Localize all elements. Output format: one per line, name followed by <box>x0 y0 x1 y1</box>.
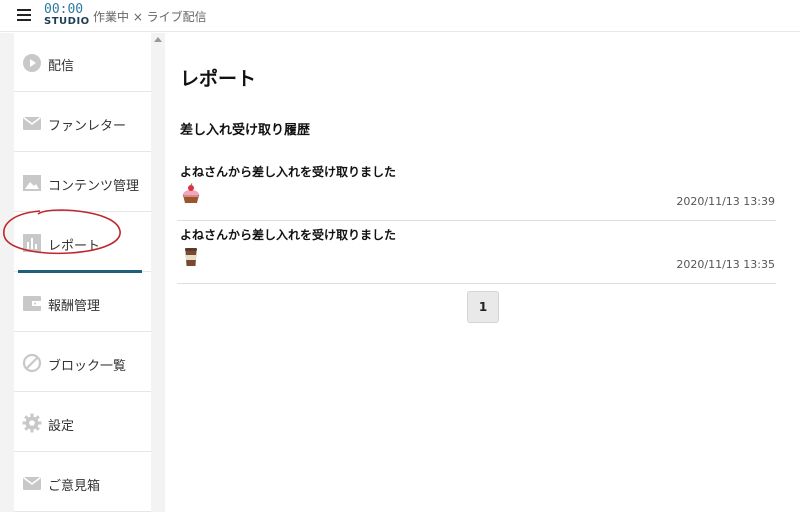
sidebar-nav: 配信 ファンレター コンテンツ管理 レポート 報酬管理 ブロック一覧 設定 ご意… <box>3 33 151 512</box>
logo-studio: STUDIO <box>44 16 90 27</box>
page-title: レポート <box>180 68 257 90</box>
sidebar-item-label: ご意見箱 <box>48 479 101 494</box>
sidebar-scrollbar[interactable] <box>151 33 165 512</box>
play-icon <box>23 54 41 72</box>
sidebar-item-label: ブロック一覧 <box>48 359 127 374</box>
sidebar-item-fanletter[interactable]: ファンレター <box>14 93 151 152</box>
section-title: 差し入れ受け取り履歴 <box>180 123 311 138</box>
wallet-icon <box>23 296 41 311</box>
sidebar-item-label: 配信 <box>48 59 75 74</box>
sidebar-item-label: 報酬管理 <box>48 299 101 314</box>
sidebar-item-blocklist[interactable]: ブロック一覧 <box>14 333 151 392</box>
breadcrumb: 作業中 × ライブ配信 <box>93 10 207 24</box>
sidebar-item-contents[interactable]: コンテンツ管理 <box>14 153 151 212</box>
logo-time: 00:00 <box>44 2 84 17</box>
sidebar-item-live[interactable]: 配信 <box>14 33 151 92</box>
gear-icon <box>22 413 42 433</box>
entry-message: よねさんから差し入れを受け取りました <box>180 165 397 179</box>
sidebar-item-report[interactable]: レポート <box>3 209 151 273</box>
main-content: レポート 差し入れ受け取り履歴 よねさんから差し入れを受け取りました 2020/… <box>165 33 800 512</box>
sidebar-item-label: コンテンツ管理 <box>48 179 140 194</box>
mail-icon <box>23 116 41 130</box>
menu-icon[interactable] <box>17 9 31 21</box>
annotation-circle <box>3 209 121 255</box>
app-header: 00:00 STUDIO 作業中 × ライブ配信 <box>0 0 800 32</box>
list-item: よねさんから差し入れを受け取りました 2020/11/13 13:35 <box>177 222 776 284</box>
pagination-page-button[interactable]: 1 <box>467 291 499 323</box>
mail-icon <box>23 476 41 490</box>
image-icon <box>23 175 41 191</box>
block-icon <box>22 353 42 373</box>
sidebar-item-label: 設定 <box>48 419 75 434</box>
studio-logo[interactable]: 00:00 STUDIO <box>44 2 90 29</box>
entry-timestamp: 2020/11/13 13:39 <box>676 195 775 208</box>
entry-message: よねさんから差し入れを受け取りました <box>180 228 397 242</box>
sidebar: 配信 ファンレター コンテンツ管理 レポート 報酬管理 ブロック一覧 設定 ご意… <box>0 33 165 512</box>
sidebar-item-reward[interactable]: 報酬管理 <box>14 273 151 332</box>
coffee-icon <box>185 248 197 266</box>
sidebar-item-label: ファンレター <box>48 119 127 134</box>
sidebar-item-settings[interactable]: 設定 <box>14 393 151 452</box>
cake-icon <box>182 183 200 203</box>
sidebar-item-feedback[interactable]: ご意見箱 <box>14 453 151 512</box>
scroll-up-arrow-icon[interactable] <box>154 37 162 42</box>
entry-timestamp: 2020/11/13 13:35 <box>676 258 775 271</box>
list-item: よねさんから差し入れを受け取りました 2020/11/13 13:39 <box>177 159 776 221</box>
